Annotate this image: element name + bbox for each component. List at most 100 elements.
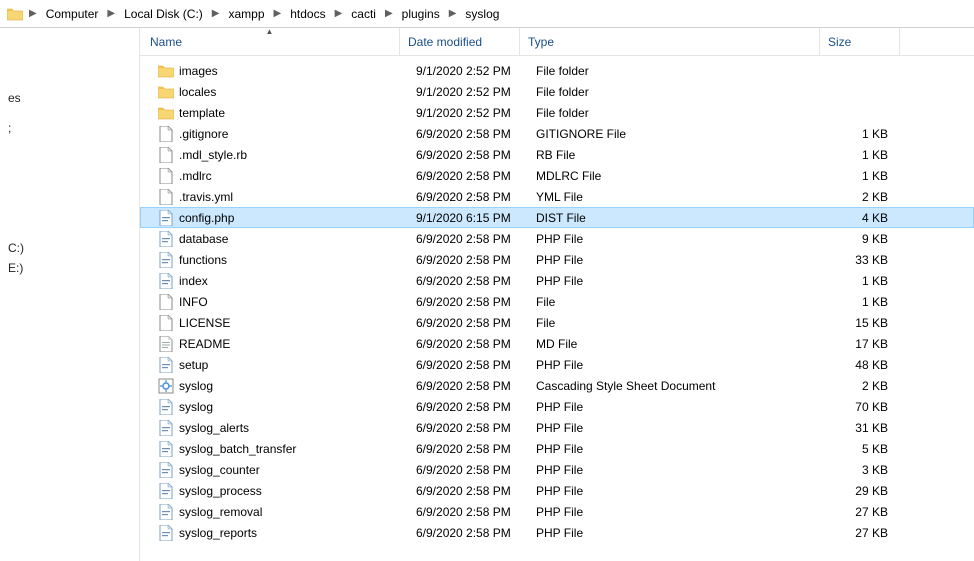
chevron-right-icon: ▶ xyxy=(28,8,38,19)
php-icon xyxy=(156,441,176,457)
file-type: DIST File xyxy=(536,211,836,225)
file-type: File xyxy=(536,295,836,309)
file-type: PHP File xyxy=(536,442,836,456)
file-row[interactable]: .mdlrc6/9/2020 2:58 PMMDLRC File1 KB xyxy=(140,165,974,186)
file-date: 6/9/2020 2:58 PM xyxy=(416,127,536,141)
file-type: File folder xyxy=(536,106,836,120)
file-row[interactable]: LICENSE6/9/2020 2:58 PMFile15 KB xyxy=(140,312,974,333)
file-row[interactable]: syslog_process6/9/2020 2:58 PMPHP File29… xyxy=(140,480,974,501)
file-size: 3 KB xyxy=(836,463,902,477)
column-header-size[interactable]: Size xyxy=(820,28,900,55)
php-icon xyxy=(156,273,176,289)
file-row[interactable]: syslog_reports6/9/2020 2:58 PMPHP File27… xyxy=(140,522,974,543)
file-date: 6/9/2020 2:58 PM xyxy=(416,190,536,204)
column-header-date[interactable]: Date modified xyxy=(400,28,520,55)
folder-icon xyxy=(156,84,176,100)
file-row[interactable]: .gitignore6/9/2020 2:58 PMGITIGNORE File… xyxy=(140,123,974,144)
file-row[interactable]: .mdl_style.rb6/9/2020 2:58 PMRB File1 KB xyxy=(140,144,974,165)
file-type: PHP File xyxy=(536,400,836,414)
file-row[interactable]: syslog_removal6/9/2020 2:58 PMPHP File27… xyxy=(140,501,974,522)
column-header-name[interactable]: Name ▲ xyxy=(140,28,400,55)
folder-icon xyxy=(6,5,24,23)
file-name: functions xyxy=(179,253,416,267)
file-name: syslog_alerts xyxy=(179,421,416,435)
file-date: 6/9/2020 2:58 PM xyxy=(416,442,536,456)
breadcrumb-item[interactable]: htdocs xyxy=(286,5,329,23)
file-size: 27 KB xyxy=(836,505,902,519)
file-row[interactable]: syslog6/9/2020 2:58 PMPHP File70 KB xyxy=(140,396,974,417)
file-type: PHP File xyxy=(536,484,836,498)
file-name: locales xyxy=(179,85,416,99)
folder-row[interactable]: images9/1/2020 2:52 PMFile folder xyxy=(140,60,974,81)
php-icon xyxy=(156,357,176,373)
file-size: 2 KB xyxy=(836,379,902,393)
breadcrumb-item[interactable]: syslog xyxy=(461,5,503,23)
breadcrumb-item[interactable]: Computer xyxy=(42,5,103,23)
file-type: PHP File xyxy=(536,526,836,540)
file-icon xyxy=(156,294,176,310)
file-icon xyxy=(156,315,176,331)
column-header-type[interactable]: Type xyxy=(520,28,820,55)
chevron-right-icon: ▶ xyxy=(448,8,458,19)
sidebar-item[interactable]: C:) xyxy=(0,238,139,258)
file-type: PHP File xyxy=(536,232,836,246)
file-row[interactable]: database6/9/2020 2:58 PMPHP File9 KB xyxy=(140,228,974,249)
breadcrumb-item[interactable]: plugins xyxy=(398,5,444,23)
file-date: 6/9/2020 2:58 PM xyxy=(416,316,536,330)
file-type: PHP File xyxy=(536,421,836,435)
file-name: syslog_process xyxy=(179,484,416,498)
file-size: 33 KB xyxy=(836,253,902,267)
file-size: 1 KB xyxy=(836,295,902,309)
sidebar[interactable]: es ; C:) E:) xyxy=(0,28,140,561)
file-row[interactable]: index6/9/2020 2:58 PMPHP File1 KB xyxy=(140,270,974,291)
chevron-right-icon: ▶ xyxy=(273,8,283,19)
folder-row[interactable]: locales9/1/2020 2:52 PMFile folder xyxy=(140,81,974,102)
breadcrumb-item[interactable]: xampp xyxy=(224,5,268,23)
file-list-pane[interactable]: Name ▲ Date modified Type Size images9/1… xyxy=(140,28,974,561)
file-size: 1 KB xyxy=(836,169,902,183)
file-date: 6/9/2020 2:58 PM xyxy=(416,274,536,288)
breadcrumb-item[interactable]: cacti xyxy=(347,5,380,23)
file-date: 6/9/2020 2:58 PM xyxy=(416,295,536,309)
file-row[interactable]: syslog_batch_transfer6/9/2020 2:58 PMPHP… xyxy=(140,438,974,459)
file-row[interactable]: .travis.yml6/9/2020 2:58 PMYML File2 KB xyxy=(140,186,974,207)
file-type: MD File xyxy=(536,337,836,351)
file-date: 6/9/2020 2:58 PM xyxy=(416,337,536,351)
file-size: 31 KB xyxy=(836,421,902,435)
file-row[interactable]: syslog6/9/2020 2:58 PMCascading Style Sh… xyxy=(140,375,974,396)
file-row[interactable]: config.php9/1/2020 6:15 PMDIST File4 KB xyxy=(140,207,974,228)
file-size: 2 KB xyxy=(836,190,902,204)
file-row[interactable]: README6/9/2020 2:58 PMMD File17 KB xyxy=(140,333,974,354)
file-date: 9/1/2020 2:52 PM xyxy=(416,64,536,78)
sidebar-item[interactable]: es xyxy=(0,88,139,108)
file-name: syslog_reports xyxy=(179,526,416,540)
php-icon xyxy=(156,399,176,415)
file-name: .travis.yml xyxy=(179,190,416,204)
file-type: PHP File xyxy=(536,463,836,477)
php-icon xyxy=(156,252,176,268)
file-type: PHP File xyxy=(536,505,836,519)
file-row[interactable]: setup6/9/2020 2:58 PMPHP File48 KB xyxy=(140,354,974,375)
file-size: 27 KB xyxy=(836,526,902,540)
file-name: template xyxy=(179,106,416,120)
file-row[interactable]: syslog_alerts6/9/2020 2:58 PMPHP File31 … xyxy=(140,417,974,438)
file-date: 6/9/2020 2:58 PM xyxy=(416,253,536,267)
file-size: 1 KB xyxy=(836,148,902,162)
folder-row[interactable]: template9/1/2020 2:52 PMFile folder xyxy=(140,102,974,123)
breadcrumb-item[interactable]: Local Disk (C:) xyxy=(120,5,207,23)
file-name: INFO xyxy=(179,295,416,309)
file-row[interactable]: INFO6/9/2020 2:58 PMFile1 KB xyxy=(140,291,974,312)
file-date: 9/1/2020 2:52 PM xyxy=(416,85,536,99)
file-row[interactable]: syslog_counter6/9/2020 2:58 PMPHP File3 … xyxy=(140,459,974,480)
php-icon xyxy=(156,483,176,499)
file-name: README xyxy=(179,337,416,351)
sidebar-item[interactable]: E:) xyxy=(0,258,139,278)
file-size: 4 KB xyxy=(836,211,902,225)
file-name: database xyxy=(179,232,416,246)
file-row[interactable]: functions6/9/2020 2:58 PMPHP File33 KB xyxy=(140,249,974,270)
file-size: 1 KB xyxy=(836,127,902,141)
file-type: PHP File xyxy=(536,274,836,288)
breadcrumb[interactable]: ▶ Computer ▶ Local Disk (C:) ▶ xampp ▶ h… xyxy=(0,0,974,28)
file-date: 6/9/2020 2:58 PM xyxy=(416,400,536,414)
sidebar-item[interactable]: ; xyxy=(0,118,139,138)
